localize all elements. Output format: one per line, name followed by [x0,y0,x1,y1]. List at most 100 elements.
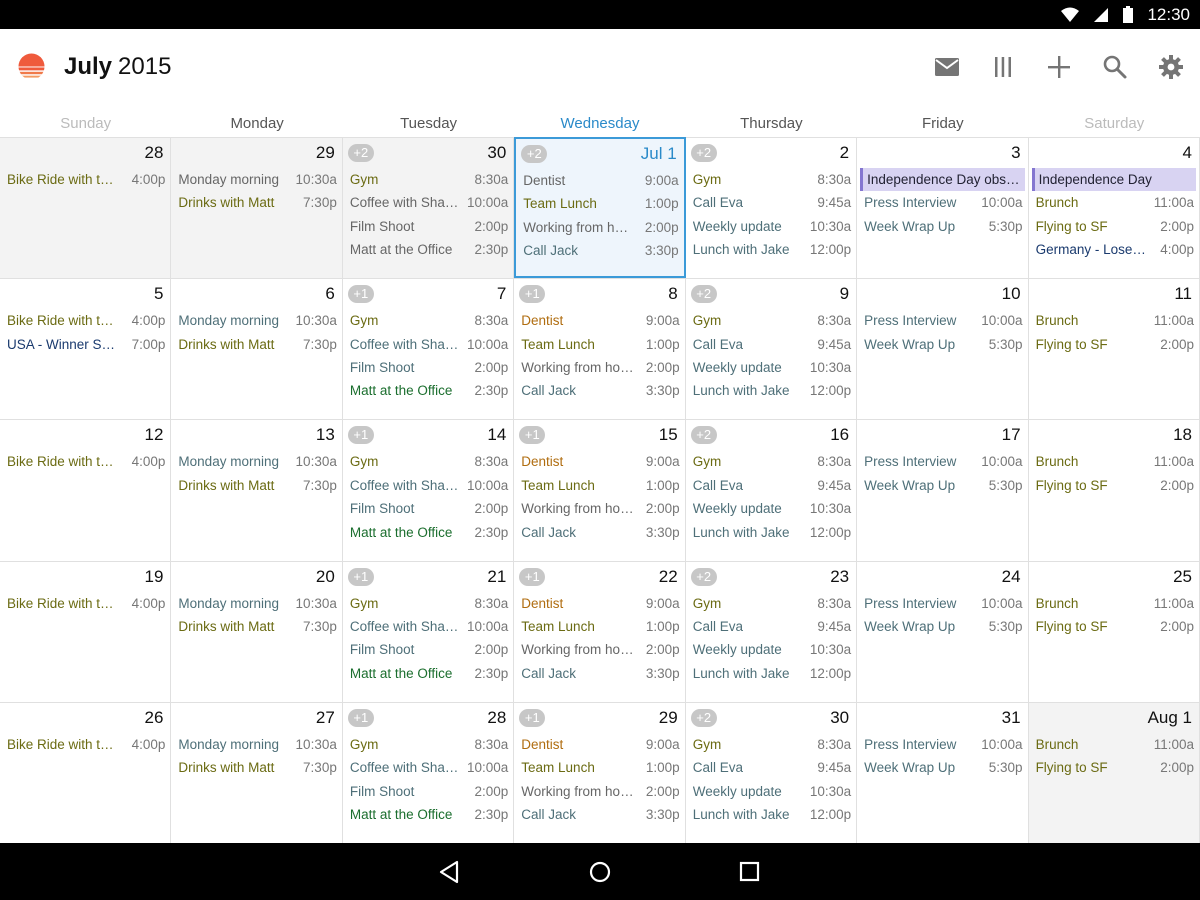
day-cell[interactable]: 4 Independence Day Brunch 11:00a Flying to S… [1028,137,1200,279]
event-item[interactable]: Coffee with Shannon 10:00a [343,474,513,497]
event-item[interactable]: Team Lunch 1:00p [516,192,683,215]
more-events-badge[interactable]: +1 [519,708,546,727]
event-item[interactable]: Weekly update 10:30a [686,780,856,803]
day-cell[interactable]: 6 Monday morning 10:30a Drinks with Matt 7:3… [171,278,343,420]
day-cell[interactable]: 11 Brunch 11:00a Flying to SF 2:00p [1028,278,1200,420]
view-switch-button[interactable] [989,53,1017,81]
event-item[interactable]: Drinks with Matt 7:30p [171,191,341,214]
more-events-badge[interactable]: +1 [519,285,546,304]
event-item[interactable]: Lunch with Jake 12:00p [686,803,856,826]
event-item[interactable]: Press Interview 10:00a [857,309,1027,332]
event-item[interactable]: Call Jack 3:30p [514,662,684,685]
event-item[interactable]: Call Jack 3:30p [514,803,684,826]
event-item[interactable]: Monday morning 10:30a [171,309,341,332]
day-cell[interactable]: +2 30 Gym 8:30a Call Eva 9:45a Weekly update 10… [685,701,858,843]
event-item[interactable]: Flying to SF 2:00p [1029,474,1199,497]
event-item[interactable]: Call Eva 9:45a [686,333,856,356]
event-item[interactable]: Bike Ride with the dog 4:00p [0,168,170,191]
event-item[interactable]: Brunch 11:00a [1029,592,1199,615]
event-item[interactable]: Gym 8:30a [686,309,856,332]
day-cell[interactable]: +1 21 Gym 8:30a Coffee with Shannon 10:00a Fil… [342,560,515,702]
more-events-badge[interactable]: +2 [690,144,717,162]
event-item[interactable]: Monday morning 10:30a [171,168,341,191]
event-item[interactable]: Brunch 11:00a [1029,309,1199,332]
event-item[interactable]: Call Jack 3:30p [516,239,683,262]
day-cell[interactable]: 27 Monday morning 10:30a Drinks with Matt 7:… [171,701,343,843]
event-item[interactable]: Week Wrap Up 5:30p [857,756,1027,779]
event-item[interactable]: Gym 8:30a [343,592,513,615]
day-cell[interactable]: +1 28 Gym 8:30a Coffee with Shannon 10:00a Fil… [342,701,515,843]
event-item[interactable]: Lunch with Jake 12:00p [686,379,856,402]
event-item[interactable]: Gym 8:30a [686,592,856,615]
event-item[interactable]: Film Shoot 2:00p [343,215,513,238]
event-item[interactable]: Press Interview 10:00a [857,191,1027,214]
event-item[interactable]: Flying to SF 2:00p [1029,333,1199,356]
more-events-badge[interactable]: +1 [519,426,546,445]
more-events-badge[interactable]: +2 [690,426,717,445]
day-cell[interactable]: 10 Press Interview 10:00a Week Wrap Up 5:30p [857,278,1029,420]
event-item[interactable]: Lunch with Jake 12:00p [686,521,856,544]
event-item[interactable]: USA - Winner SF 2 -:-… 7:00p [0,333,170,356]
event-item[interactable]: Matt at the Office 2:30p [343,521,513,544]
day-cell[interactable]: 29 Monday morning 10:30a Drinks with Matt 7:… [171,137,343,279]
all-day-event[interactable]: Independence Day observ… [860,168,1025,192]
event-item[interactable]: Brunch 11:00a [1029,191,1199,214]
event-item[interactable]: Week Wrap Up 5:30p [857,333,1027,356]
day-cell[interactable]: 12 Bike Ride with the dog 4:00p [0,419,172,561]
event-item[interactable]: Drinks with Matt 7:30p [171,756,341,779]
event-item[interactable]: Bike Ride with the dog 4:00p [0,450,170,473]
event-item[interactable]: Flying to SF 2:00p [1029,215,1199,238]
day-cell[interactable]: 18 Brunch 11:00a Flying to SF 2:00p [1028,419,1200,561]
event-item[interactable]: Lunch with Jake 12:00p [686,662,856,685]
day-cell[interactable]: 5 Bike Ride with the dog 4:00p USA - Winner… [0,278,172,420]
event-item[interactable]: Call Eva 9:45a [686,191,856,214]
event-item[interactable]: Team Lunch 1:00p [514,756,684,779]
day-cell[interactable]: 31 Press Interview 10:00a Week Wrap Up 5:30p [857,701,1029,843]
event-item[interactable]: Call Eva 9:45a [686,756,856,779]
day-cell[interactable]: +1 14 Gym 8:30a Coffee with Shannon 10:00a Fil… [342,419,515,561]
back-button[interactable] [436,858,464,886]
event-item[interactable]: Call Eva 9:45a [686,615,856,638]
event-item[interactable]: Coffee with Shannon 10:00a [343,191,513,214]
event-item[interactable]: Coffee with Shannon 10:00a [343,333,513,356]
day-cell[interactable]: 17 Press Interview 10:00a Week Wrap Up 5:30p [857,419,1029,561]
event-item[interactable]: Dentist 9:00a [516,169,683,192]
event-item[interactable]: Bike Ride with the dog 4:00p [0,733,170,756]
day-cell[interactable]: +1 22 Dentist 9:00a Team Lunch 1:00p Working f… [514,560,686,702]
event-item[interactable]: Brunch 11:00a [1029,733,1199,756]
event-item[interactable]: Working from home 2:00p [516,216,683,239]
event-item[interactable]: Gym 8:30a [343,309,513,332]
day-cell[interactable]: 20 Monday morning 10:30a Drinks with Matt 7:… [171,560,343,702]
event-item[interactable]: Drinks with Matt 7:30p [171,474,341,497]
event-item[interactable]: Matt at the Office 2:30p [343,803,513,826]
event-item[interactable]: Gym 8:30a [686,168,856,191]
event-item[interactable]: Gym 8:30a [686,450,856,473]
event-item[interactable]: Team Lunch 1:00p [514,615,684,638]
add-event-button[interactable] [1045,53,1073,81]
day-cell[interactable]: +1 7 Gym 8:30a Coffee with Shannon 10:00a Film… [342,278,515,420]
event-item[interactable]: Film Shoot 2:00p [343,780,513,803]
day-cell[interactable]: 19 Bike Ride with the dog 4:00p [0,560,172,702]
event-item[interactable]: Weekly update 10:30a [686,356,856,379]
event-item[interactable]: Working from home 2:00p [514,497,684,520]
day-cell[interactable]: +2 Jul 1 Dentist 9:00a Team Lunch 1:00p Workin… [514,137,686,279]
settings-button[interactable] [1157,53,1185,81]
event-item[interactable]: Monday morning 10:30a [171,450,341,473]
event-item[interactable]: Gym 8:30a [686,733,856,756]
event-item[interactable]: Dentist 9:00a [514,733,684,756]
more-events-badge[interactable]: +2 [690,567,717,586]
event-item[interactable]: Gym 8:30a [343,168,513,191]
day-cell[interactable]: +2 2 Gym 8:30a Call Eva 9:45a Weekly update 10:… [685,137,858,279]
search-button[interactable] [1101,53,1129,81]
event-item[interactable]: Week Wrap Up 5:30p [857,474,1027,497]
day-cell[interactable]: 24 Press Interview 10:00a Week Wrap Up 5:30p [857,560,1029,702]
event-item[interactable]: Week Wrap Up 5:30p [857,615,1027,638]
day-cell[interactable]: +2 23 Gym 8:30a Call Eva 9:45a Weekly update 10… [685,560,858,702]
day-cell[interactable]: 26 Bike Ride with the dog 4:00p [0,701,172,843]
event-item[interactable]: Team Lunch 1:00p [514,333,684,356]
more-events-badge[interactable]: +1 [347,567,374,586]
event-item[interactable]: Matt at the Office 2:30p [343,379,513,402]
event-item[interactable]: Brunch 11:00a [1029,450,1199,473]
event-item[interactable]: Bike Ride with the dog 4:00p [0,309,170,332]
day-cell[interactable]: +1 8 Dentist 9:00a Team Lunch 1:00p Working fr… [514,278,686,420]
